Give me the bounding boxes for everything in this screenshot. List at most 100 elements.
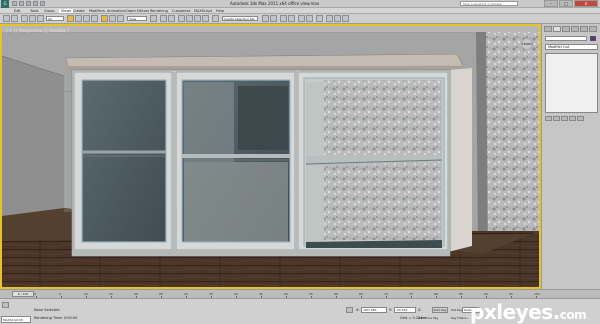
hierarchy-tab-icon[interactable]	[562, 26, 570, 32]
menu-item-create[interactable]: Create	[73, 9, 85, 13]
select-and-scale-icon[interactable]	[117, 15, 124, 22]
time-slider-handle[interactable]: 0 / 100	[12, 291, 34, 297]
unlink-icon[interactable]	[29, 15, 36, 22]
menu-item-maxscript[interactable]: MAXScript	[194, 9, 212, 13]
title-bar: G Autodesk 3ds Max 2011 x64 office view.…	[0, 0, 600, 8]
app-logo-icon[interactable]: G	[1, 0, 9, 8]
select-manipulate-icon[interactable]	[160, 15, 167, 22]
command-panel-tabs	[544, 26, 599, 33]
perspective-viewport[interactable]: [ + ] [ Perspective ] [ Realistic ] FRON…	[0, 24, 541, 289]
viewport-label[interactable]: [ + ] [ Perspective ] [ Realistic ]	[6, 28, 69, 33]
key-filters-button[interactable]: Key Filters...	[451, 316, 469, 320]
timeline-track[interactable]: 0 5 10 15 20 25 30 35 40 45 50 55 60 65 70 75 80 85 90 95 10…	[34, 291, 541, 298]
make-unique-icon[interactable]	[561, 116, 568, 121]
modifier-list-dropdown[interactable]: Modifier List	[545, 44, 598, 50]
main-toolbar: All View Create Selection Set	[0, 14, 600, 24]
align-icon[interactable]	[270, 15, 277, 22]
utilities-tab-icon[interactable]	[589, 26, 597, 32]
stack-controls	[545, 116, 598, 122]
render-setup-icon[interactable]	[326, 15, 333, 22]
add-time-tag-button[interactable]: Add Time Tag	[418, 316, 438, 320]
curve-editor-icon[interactable]	[298, 15, 305, 22]
window-title: Autodesk 3ds Max 2011 x64 office view.ma…	[230, 1, 320, 6]
reference-coordinate-dropdown[interactable]: View	[127, 16, 147, 21]
undo-icon[interactable]	[33, 1, 38, 6]
x-coordinate-field[interactable]: -697.483	[361, 307, 387, 313]
object-color-swatch[interactable]	[590, 36, 596, 41]
time-slider[interactable]: 0 / 100 0 5 10 15 20 25 30 35 40 45 50 55 60 65 70 75 80…	[0, 289, 600, 298]
redo-button[interactable]	[11, 15, 18, 22]
layer-manager-icon[interactable]	[280, 15, 287, 22]
open-file-icon[interactable]	[19, 1, 24, 6]
schematic-view-icon[interactable]	[306, 15, 313, 22]
app-window: G Autodesk 3ds Max 2011 x64 office view.…	[0, 0, 600, 324]
close-button[interactable]: ✕	[574, 0, 598, 7]
select-and-move-icon[interactable]	[101, 15, 108, 22]
x-label: X:	[356, 308, 360, 312]
modifier-stack[interactable]	[545, 53, 598, 113]
snaps-toggle-icon[interactable]	[178, 15, 185, 22]
named-selection-dropdown[interactable]: Create Selection Set	[222, 16, 258, 21]
y-label: Y:	[389, 308, 392, 312]
configure-modifier-sets-icon[interactable]	[577, 116, 584, 121]
lock-selection-icon[interactable]	[2, 302, 9, 308]
menu-item-group[interactable]: Group	[44, 9, 55, 13]
percent-snap-icon[interactable]	[194, 15, 201, 22]
select-and-rotate-icon[interactable]	[109, 15, 116, 22]
window-crossing-icon[interactable]	[91, 15, 98, 22]
maximize-button[interactable]: □	[559, 0, 573, 7]
y-coordinate-field[interactable]: -95.631	[394, 307, 416, 313]
rectangular-selection-icon[interactable]	[83, 15, 90, 22]
select-object-icon[interactable]	[67, 15, 74, 22]
menu-item-help[interactable]: Help	[216, 9, 224, 13]
create-tab-icon[interactable]	[544, 26, 552, 32]
selection-filter-dropdown[interactable]: All	[46, 16, 64, 21]
menu-item-views[interactable]: Views	[59, 9, 74, 13]
mirror-icon[interactable]	[262, 15, 269, 22]
bind-space-warp-icon[interactable]	[37, 15, 44, 22]
material-editor-icon[interactable]	[316, 15, 323, 22]
pivot-center-icon[interactable]	[150, 15, 157, 22]
graphite-ribbon-icon[interactable]	[288, 15, 295, 22]
viewcube-icon[interactable]: FRONT	[521, 38, 533, 50]
menu-item-customize[interactable]: Customize	[172, 9, 190, 13]
maxscript-listener-input[interactable]: MAXScript Mi	[1, 316, 31, 323]
watermark-tld: com	[559, 308, 587, 322]
display-tab-icon[interactable]	[580, 26, 588, 32]
menu-item-rendering[interactable]: Rendering	[150, 9, 168, 13]
auto-key-button[interactable]: Auto Key	[432, 307, 448, 313]
undo-button[interactable]	[3, 15, 10, 22]
select-by-name-icon[interactable]	[75, 15, 82, 22]
scene-render	[2, 26, 539, 287]
object-name-field[interactable]	[545, 36, 587, 41]
keyboard-shortcut-override-icon[interactable]	[168, 15, 175, 22]
new-file-icon[interactable]	[12, 1, 17, 6]
search-input[interactable]: Type a keyword or phrase	[460, 1, 518, 6]
save-file-icon[interactable]	[26, 1, 31, 6]
link-icon[interactable]	[21, 15, 28, 22]
menu-item-edit[interactable]: Edit	[14, 9, 21, 13]
remove-modifier-icon[interactable]	[569, 116, 576, 121]
pxleyes-watermark: pxleyes.com	[470, 300, 587, 324]
menu-item-animation[interactable]: Animation	[107, 9, 125, 13]
minimize-button[interactable]: –	[544, 0, 558, 7]
pin-stack-icon[interactable]	[545, 116, 552, 121]
set-key-button[interactable]: Set Key	[451, 308, 462, 312]
rendered-frame-window-icon[interactable]	[334, 15, 341, 22]
absolute-mode-icon[interactable]	[346, 307, 353, 313]
z-label: Z:	[418, 308, 422, 312]
menu-item-modifiers[interactable]: Modifiers	[89, 9, 105, 13]
render-time-status: Rendering Time: 0:00:00	[34, 316, 78, 320]
render-production-icon[interactable]	[342, 15, 349, 22]
angle-snap-icon[interactable]	[186, 15, 193, 22]
edit-named-selection-icon[interactable]	[212, 15, 219, 22]
redo-icon[interactable]	[40, 1, 45, 6]
spinner-snap-icon[interactable]	[202, 15, 209, 22]
menu-item-graph-editors[interactable]: Graph Editors	[125, 9, 149, 13]
watermark-brand: pxleyes	[470, 300, 553, 324]
menu-item-tools[interactable]: Tools	[30, 9, 39, 13]
motion-tab-icon[interactable]	[571, 26, 579, 32]
watermark-dot: .	[552, 300, 561, 324]
show-end-result-icon[interactable]	[553, 116, 560, 121]
modify-tab-icon[interactable]	[553, 26, 561, 32]
